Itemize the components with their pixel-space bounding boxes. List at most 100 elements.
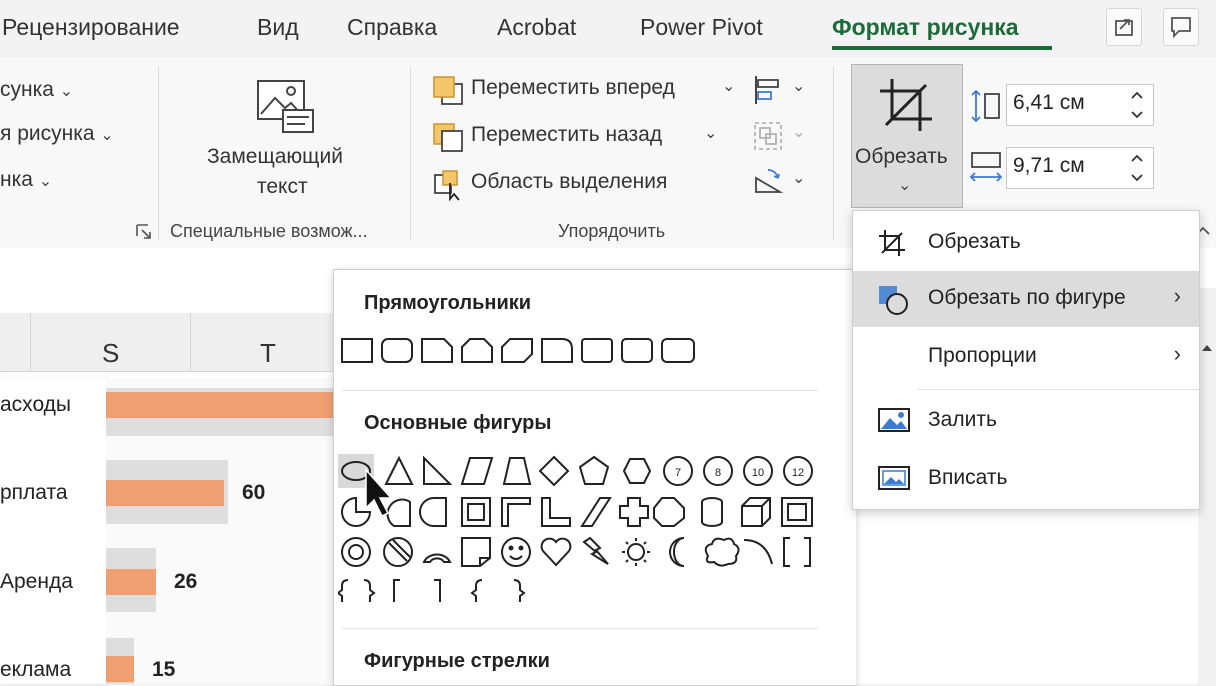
column-t-header[interactable]: T bbox=[260, 338, 276, 369]
rounded-corner-rect-icon bbox=[661, 338, 695, 363]
frame-icon bbox=[461, 497, 491, 527]
chart-bar bbox=[106, 656, 134, 682]
round-diagonal-icon bbox=[621, 338, 653, 363]
bring-forward-label: Переместить вперед bbox=[471, 76, 675, 99]
octagon-number: 8 bbox=[715, 467, 721, 479]
cube-icon bbox=[741, 497, 771, 527]
decagon-number: 10 bbox=[752, 467, 764, 479]
send-backward-button[interactable]: Переместить назад ⌄ bbox=[432, 121, 742, 155]
dialog-launcher-icon[interactable] bbox=[134, 222, 154, 242]
tab-view[interactable]: Вид bbox=[257, 14, 299, 41]
chord-icon bbox=[386, 498, 411, 527]
chart-axis-area bbox=[0, 378, 106, 684]
crop-label: Обрезать bbox=[855, 145, 948, 168]
crop-button[interactable]: Обрезать ⌄ bbox=[851, 64, 963, 208]
crop-icon bbox=[880, 79, 932, 131]
category-label: рплата bbox=[0, 481, 68, 504]
comment-icon bbox=[1171, 17, 1191, 39]
bevel-icon bbox=[781, 497, 813, 527]
alt-text-button[interactable]: Замещающий текст bbox=[200, 73, 370, 203]
right-brace-icon bbox=[513, 579, 526, 602]
comments-button[interactable] bbox=[1163, 8, 1199, 46]
menu-item-fit[interactable]: Вписать bbox=[853, 451, 1199, 507]
selection-pane-button[interactable]: Область выделения bbox=[432, 168, 722, 202]
tab-acrobat[interactable]: Acrobat bbox=[497, 14, 576, 41]
arc-icon bbox=[743, 539, 773, 565]
snip-diagonal-icon bbox=[501, 338, 533, 363]
smiley-face-icon bbox=[501, 537, 531, 567]
trapezoid-icon bbox=[502, 457, 532, 485]
category-label: еклама bbox=[0, 658, 72, 681]
menu-item-aspect-ratio[interactable]: Пропорции › bbox=[853, 329, 1199, 385]
left-item-2: я рисунка bbox=[0, 122, 95, 145]
heptagon-number: 7 bbox=[675, 467, 681, 479]
scroll-up-icon[interactable] bbox=[1199, 340, 1215, 356]
chart-bar bbox=[106, 392, 335, 418]
accessibility-group-label: Специальные возмож... bbox=[170, 221, 368, 241]
arrange-group-label: Упорядочить bbox=[558, 221, 666, 241]
bring-forward-icon bbox=[433, 76, 463, 105]
width-spinner-icon[interactable] bbox=[1128, 151, 1146, 185]
picture-border-label[interactable]: сунка ⌄ bbox=[0, 78, 73, 102]
chart-bar bbox=[106, 569, 156, 595]
chevron-down-icon[interactable]: ⌄ bbox=[722, 76, 735, 96]
chevron-right-icon: › bbox=[1173, 341, 1181, 366]
teardrop-icon bbox=[419, 497, 447, 527]
align-icon[interactable] bbox=[752, 74, 784, 106]
column-s-header[interactable]: S bbox=[102, 338, 119, 369]
basic-shapes-grid[interactable]: 7 8 10 12 bbox=[338, 452, 828, 602]
double-brace-icon bbox=[338, 579, 376, 602]
folded-corner-icon bbox=[461, 537, 491, 567]
dodecagon-number: 12 bbox=[792, 467, 804, 479]
donut-icon bbox=[341, 537, 371, 567]
group-separator bbox=[833, 66, 834, 241]
rectangle-shapes-row[interactable] bbox=[340, 336, 700, 366]
column-header-row bbox=[0, 313, 335, 372]
round-same-side-icon bbox=[581, 338, 613, 363]
divider bbox=[342, 390, 818, 391]
selection-pane-icon bbox=[434, 170, 460, 201]
alt-text-icon bbox=[257, 80, 314, 133]
bring-forward-button[interactable]: Переместить вперед ⌄ bbox=[432, 74, 742, 108]
lightning-bolt-icon bbox=[582, 536, 609, 565]
half-frame-icon bbox=[501, 497, 531, 527]
heart-icon bbox=[540, 537, 572, 567]
chevron-down-icon[interactable]: ⌄ bbox=[704, 123, 717, 143]
menu-item-fill[interactable]: Залить bbox=[853, 393, 1199, 449]
share-icon bbox=[1115, 19, 1133, 36]
parallelogram-icon bbox=[460, 457, 494, 485]
fill-icon bbox=[878, 408, 910, 432]
menu-item-crop-to-shape[interactable]: Обрезать по фигуре › bbox=[853, 271, 1199, 327]
chevron-down-icon[interactable]: ⌄ bbox=[792, 76, 805, 96]
diagonal-stripe-icon bbox=[580, 497, 612, 527]
tab-power-pivot[interactable]: Power Pivot bbox=[640, 14, 763, 41]
picture-effects-label[interactable]: я рисунка ⌄ bbox=[0, 122, 114, 146]
menu-item-label: Вписать bbox=[928, 466, 1008, 489]
menu-item-crop[interactable]: Обрезать bbox=[853, 215, 1199, 271]
width-icon bbox=[969, 152, 1003, 182]
shapes-gallery: Прямоугольники Основные фигуры 7 8 10 12… bbox=[333, 269, 856, 686]
height-spinner-icon[interactable] bbox=[1128, 88, 1146, 122]
alt-text-label-1: Замещающий bbox=[207, 145, 343, 168]
snip-corner-icon bbox=[421, 338, 453, 363]
ribbon-tabs: Рецензирование Вид Справка Acrobat Power… bbox=[0, 0, 1216, 58]
chevron-down-icon: ⌄ bbox=[792, 124, 806, 141]
active-tab-indicator bbox=[832, 46, 1052, 50]
menu-item-label: Пропорции bbox=[928, 344, 1037, 367]
tab-picture-format[interactable]: Формат рисунка bbox=[832, 14, 1019, 41]
chart-bar bbox=[106, 480, 224, 506]
tab-review[interactable]: Рецензирование bbox=[2, 14, 180, 41]
tab-help[interactable]: Справка bbox=[347, 14, 437, 41]
share-button[interactable] bbox=[1106, 8, 1142, 46]
send-backward-icon bbox=[433, 123, 463, 152]
chevron-down-icon[interactable]: ⌄ bbox=[792, 168, 805, 188]
column-divider bbox=[30, 313, 31, 371]
left-item-3: нка bbox=[0, 168, 33, 191]
picture-layout-label[interactable]: нка ⌄ bbox=[0, 168, 52, 192]
triangle-icon bbox=[384, 455, 414, 485]
menu-divider bbox=[917, 389, 1199, 390]
left-item-1: сунка bbox=[0, 78, 54, 101]
rotate-icon[interactable] bbox=[752, 166, 784, 198]
group-separator bbox=[158, 66, 159, 241]
rectangles-header: Прямоугольники bbox=[364, 292, 532, 314]
